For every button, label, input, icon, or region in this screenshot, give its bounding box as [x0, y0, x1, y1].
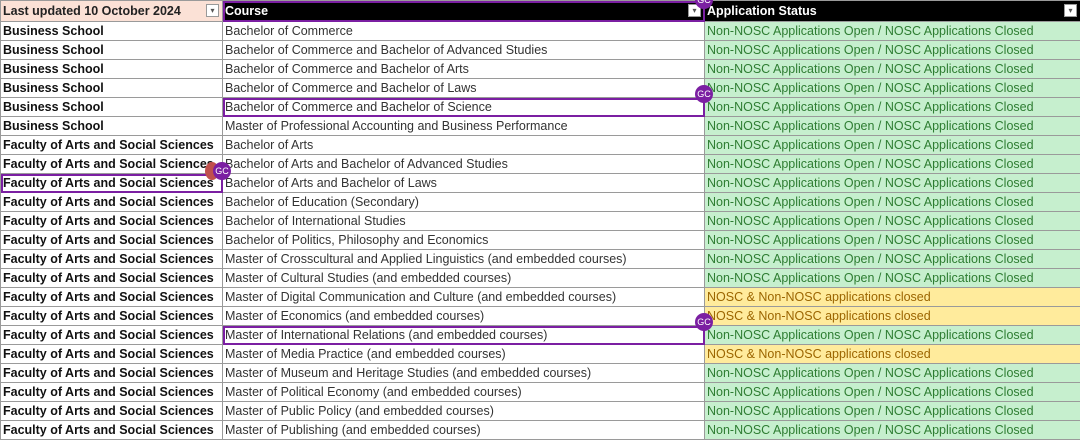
- faculty-cell[interactable]: Business School: [1, 41, 223, 60]
- faculty-cell[interactable]: Faculty of Arts and Social Sciences: [1, 364, 223, 383]
- status-cell[interactable]: Non-NOSC Applications Open / NOSC Applic…: [705, 98, 1080, 117]
- sort-filter-icon[interactable]: ▾: [206, 4, 219, 17]
- status-cell[interactable]: Non-NOSC Applications Open / NOSC Applic…: [705, 79, 1080, 98]
- table-row: Faculty of Arts and Social SciencesMaste…: [1, 307, 1080, 326]
- faculty-cell[interactable]: Faculty of Arts and Social Sciences: [1, 402, 223, 421]
- filter-dropdown-icon[interactable]: ▾: [1064, 4, 1077, 17]
- course-cell[interactable]: Bachelor of Education (Secondary): [223, 193, 705, 212]
- faculty-cell[interactable]: Faculty of Arts and Social Sciences: [1, 307, 223, 326]
- header-row: Last updated 10 October 2024▾ Course▾ Ap…: [1, 1, 1080, 22]
- header-label: Course: [225, 4, 268, 18]
- status-cell[interactable]: Non-NOSC Applications Open / NOSC Applic…: [705, 402, 1080, 421]
- faculty-cell[interactable]: Faculty of Arts and Social Sciences: [1, 155, 223, 174]
- header-label: Application Status: [707, 4, 817, 18]
- faculty-cell[interactable]: Faculty of Arts and Social Sciences: [1, 193, 223, 212]
- status-cell[interactable]: Non-NOSC Applications Open / NOSC Applic…: [705, 136, 1080, 155]
- table-row: Business SchoolBachelor of Commerce and …: [1, 98, 1080, 117]
- table-row: Faculty of Arts and Social SciencesBache…: [1, 212, 1080, 231]
- course-cell[interactable]: Master of Public Policy (and embedded co…: [223, 402, 705, 421]
- status-cell[interactable]: Non-NOSC Applications Open / NOSC Applic…: [705, 174, 1080, 193]
- faculty-cell[interactable]: Faculty of Arts and Social Sciences: [1, 326, 223, 345]
- status-cell[interactable]: Non-NOSC Applications Open / NOSC Applic…: [705, 250, 1080, 269]
- status-cell[interactable]: Non-NOSC Applications Open / NOSC Applic…: [705, 383, 1080, 402]
- status-cell[interactable]: Non-NOSC Applications Open / NOSC Applic…: [705, 193, 1080, 212]
- table-row: Faculty of Arts and Social SciencesMaste…: [1, 402, 1080, 421]
- table-row: Business SchoolBachelor of Commerce and …: [1, 41, 1080, 60]
- faculty-cell[interactable]: Faculty of Arts and Social Sciences: [1, 231, 223, 250]
- status-cell[interactable]: Non-NOSC Applications Open / NOSC Applic…: [705, 269, 1080, 288]
- table-row: Business SchoolMaster of Professional Ac…: [1, 117, 1080, 136]
- table-row: Faculty of Arts and Social SciencesMaste…: [1, 383, 1080, 402]
- table-row: Faculty of Arts and Social SciencesBache…: [1, 193, 1080, 212]
- header-course[interactable]: Course▾: [223, 1, 705, 22]
- table-row: Faculty of Arts and Social SciencesBache…: [1, 174, 1080, 193]
- collaborator-avatar[interactable]: GC: [695, 85, 713, 103]
- faculty-cell[interactable]: Faculty of Arts and Social Sciences: [1, 383, 223, 402]
- table-row: Faculty of Arts and Social SciencesMaste…: [1, 326, 1080, 345]
- faculty-cell[interactable]: Business School: [1, 60, 223, 79]
- course-cell[interactable]: Master of International Relations (and e…: [223, 326, 705, 345]
- course-cell[interactable]: Master of Political Economy (and embedde…: [223, 383, 705, 402]
- faculty-cell[interactable]: Business School: [1, 22, 223, 41]
- status-cell[interactable]: NOSC & Non-NOSC applications closed: [705, 307, 1080, 326]
- table-row: Faculty of Arts and Social SciencesBache…: [1, 231, 1080, 250]
- course-cell[interactable]: Master of Professional Accounting and Bu…: [223, 117, 705, 136]
- collaborator-avatar[interactable]: GC: [213, 162, 231, 180]
- course-cell[interactable]: Bachelor of Arts and Bachelor of Advance…: [223, 155, 705, 174]
- status-cell[interactable]: Non-NOSC Applications Open / NOSC Applic…: [705, 22, 1080, 41]
- course-cell[interactable]: Master of Media Practice (and embedded c…: [223, 345, 705, 364]
- faculty-cell[interactable]: Faculty of Arts and Social Sciences: [1, 212, 223, 231]
- course-cell[interactable]: Bachelor of Arts and Bachelor of Laws: [223, 174, 705, 193]
- status-cell[interactable]: Non-NOSC Applications Open / NOSC Applic…: [705, 117, 1080, 136]
- table-row: Business SchoolBachelor of Commerce and …: [1, 79, 1080, 98]
- course-cell[interactable]: Master of Museum and Heritage Studies (a…: [223, 364, 705, 383]
- spreadsheet-grid: Last updated 10 October 2024▾ Course▾ Ap…: [0, 0, 1080, 440]
- course-cell[interactable]: Master of Crosscultural and Applied Ling…: [223, 250, 705, 269]
- header-last-updated[interactable]: Last updated 10 October 2024 ▾: [1, 1, 223, 22]
- course-cell[interactable]: Bachelor of Commerce and Bachelor of Sci…: [223, 98, 705, 117]
- table-row: Faculty of Arts and Social SciencesMaste…: [1, 269, 1080, 288]
- course-cell[interactable]: Bachelor of Commerce and Bachelor of Art…: [223, 60, 705, 79]
- status-cell[interactable]: NOSC & Non-NOSC applications closed: [705, 345, 1080, 364]
- course-cell[interactable]: Bachelor of Commerce and Bachelor of Adv…: [223, 41, 705, 60]
- course-cell[interactable]: Master of Digital Communication and Cult…: [223, 288, 705, 307]
- table-row: Faculty of Arts and Social SciencesMaste…: [1, 250, 1080, 269]
- header-label: Last updated 10 October 2024: [3, 4, 181, 18]
- course-cell[interactable]: Bachelor of Commerce: [223, 22, 705, 41]
- table-row: Business SchoolBachelor of CommerceNon-N…: [1, 22, 1080, 41]
- faculty-cell[interactable]: Faculty of Arts and Social Sciences: [1, 288, 223, 307]
- status-cell[interactable]: Non-NOSC Applications Open / NOSC Applic…: [705, 60, 1080, 79]
- status-cell[interactable]: Non-NOSC Applications Open / NOSC Applic…: [705, 364, 1080, 383]
- table-row: Faculty of Arts and Social SciencesBache…: [1, 155, 1080, 174]
- faculty-cell[interactable]: Business School: [1, 79, 223, 98]
- table-row: Faculty of Arts and Social SciencesMaste…: [1, 345, 1080, 364]
- course-cell[interactable]: Bachelor of Politics, Philosophy and Eco…: [223, 231, 705, 250]
- faculty-cell[interactable]: Faculty of Arts and Social Sciences: [1, 136, 223, 155]
- course-cell[interactable]: Bachelor of International Studies: [223, 212, 705, 231]
- status-cell[interactable]: Non-NOSC Applications Open / NOSC Applic…: [705, 231, 1080, 250]
- collaborator-avatar[interactable]: GC: [695, 313, 713, 331]
- table-row: Business SchoolBachelor of Commerce and …: [1, 60, 1080, 79]
- table-row: Faculty of Arts and Social SciencesMaste…: [1, 288, 1080, 307]
- faculty-cell[interactable]: Faculty of Arts and Social Sciences: [1, 174, 223, 193]
- status-cell[interactable]: Non-NOSC Applications Open / NOSC Applic…: [705, 155, 1080, 174]
- course-cell[interactable]: Master of Cultural Studies (and embedded…: [223, 269, 705, 288]
- table-row: Faculty of Arts and Social SciencesBache…: [1, 136, 1080, 155]
- course-cell[interactable]: Bachelor of Arts: [223, 136, 705, 155]
- faculty-cell[interactable]: Faculty of Arts and Social Sciences: [1, 250, 223, 269]
- status-cell[interactable]: Non-NOSC Applications Open / NOSC Applic…: [705, 41, 1080, 60]
- faculty-cell[interactable]: Business School: [1, 117, 223, 136]
- status-cell[interactable]: Non-NOSC Applications Open / NOSC Applic…: [705, 326, 1080, 345]
- faculty-cell[interactable]: Faculty of Arts and Social Sciences: [1, 345, 223, 364]
- course-cell[interactable]: Master of Economics (and embedded course…: [223, 307, 705, 326]
- header-application-status[interactable]: Application Status ▾: [705, 1, 1080, 22]
- table-row: Faculty of Arts and Social SciencesMaste…: [1, 364, 1080, 383]
- status-cell[interactable]: NOSC & Non-NOSC applications closed: [705, 288, 1080, 307]
- course-cell[interactable]: Bachelor of Commerce and Bachelor of Law…: [223, 79, 705, 98]
- status-cell[interactable]: Non-NOSC Applications Open / NOSC Applic…: [705, 212, 1080, 231]
- faculty-cell[interactable]: Faculty of Arts and Social Sciences: [1, 269, 223, 288]
- faculty-cell[interactable]: Business School: [1, 98, 223, 117]
